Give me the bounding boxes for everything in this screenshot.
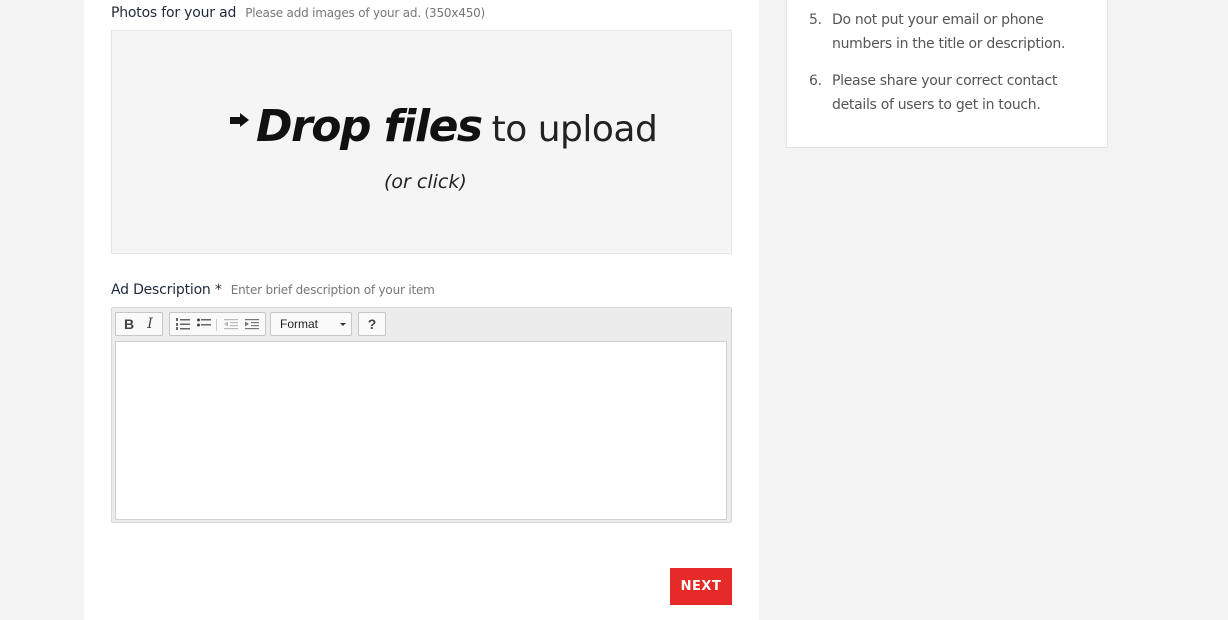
format-select[interactable]: Format xyxy=(270,312,352,336)
bold-button[interactable]: B xyxy=(119,313,139,335)
tip-text: Please share your correct contact detail… xyxy=(832,73,1058,113)
toolbar-group-text-style: B I xyxy=(115,312,163,336)
tip-number: 5. xyxy=(809,12,822,28)
next-button[interactable]: NEXT xyxy=(670,568,732,605)
chevron-down-icon xyxy=(340,323,346,326)
description-hint: Enter brief description of your item xyxy=(230,283,435,297)
dropzone-subtitle: (or click) xyxy=(384,171,467,193)
italic-button[interactable]: I xyxy=(140,313,160,335)
toolbar-group-lists xyxy=(169,312,266,336)
toolbar-group-help: ? xyxy=(358,312,386,336)
photos-label-row: Photos for your ad Please add images of y… xyxy=(111,5,485,21)
help-icon: ? xyxy=(367,316,377,332)
numbered-list-button[interactable] xyxy=(173,313,193,335)
outdent-icon xyxy=(224,319,238,330)
posting-tips-panel: 5. Do not put your email or phone number… xyxy=(786,0,1108,148)
help-button[interactable]: ? xyxy=(362,313,382,335)
description-textarea[interactable] xyxy=(115,341,727,520)
description-label-row: Ad Description * Enter brief description … xyxy=(111,282,435,298)
photos-label: Photos for your ad xyxy=(111,5,237,21)
outdent-button[interactable] xyxy=(221,313,241,335)
bullet-list-button[interactable] xyxy=(194,313,214,335)
photo-dropzone[interactable]: Drop files to upload (or click) xyxy=(111,30,732,254)
numbered-list-icon xyxy=(176,318,190,330)
dropzone-title-bold: Drop files xyxy=(256,101,483,152)
indent-icon xyxy=(245,319,259,330)
tip-number: 6. xyxy=(809,73,822,89)
arrow-right-icon xyxy=(230,113,250,127)
photos-hint: Please add images of your ad. (350x450) xyxy=(245,6,486,20)
description-editor: B I Format ? xyxy=(111,307,732,523)
toolbar-divider xyxy=(216,319,217,331)
indent-button[interactable] xyxy=(242,313,262,335)
tip-text: Do not put your email or phone numbers i… xyxy=(832,12,1066,52)
dropzone-title-rest: to upload xyxy=(491,109,658,150)
dropzone-title: Drop files to upload xyxy=(230,101,658,152)
bullet-list-icon xyxy=(197,318,211,327)
required-mark: * xyxy=(214,282,222,298)
format-select-value: Format xyxy=(280,317,319,331)
description-label: Ad Description xyxy=(111,282,211,298)
